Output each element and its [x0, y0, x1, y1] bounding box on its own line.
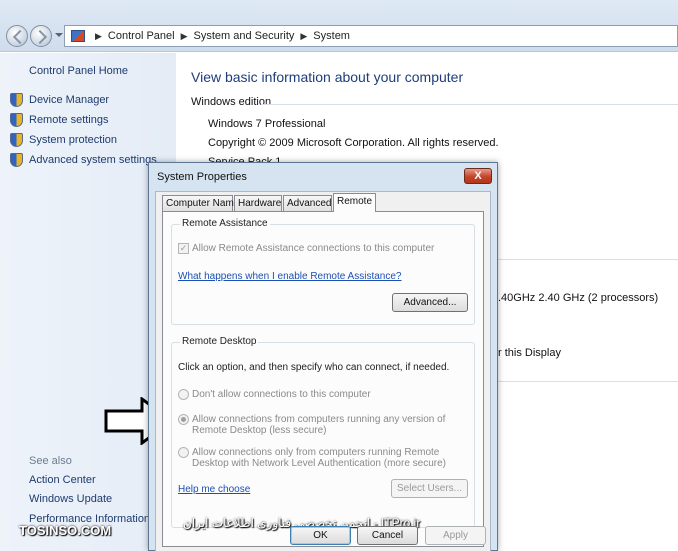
- allow-any-version-label: Allow connections from computers running…: [192, 414, 446, 425]
- task-label: Device Manager: [29, 94, 110, 106]
- task-label: Advanced system settings: [29, 154, 157, 166]
- address-bar[interactable]: ▶ Control Panel ▶ System and Security ▶ …: [64, 25, 678, 47]
- close-button[interactable]: X: [464, 168, 492, 184]
- allow-any-version-radio[interactable]: [178, 414, 189, 425]
- pen-touch-value: r this Display: [498, 347, 561, 359]
- forward-button[interactable]: [30, 25, 52, 47]
- explorer-toolbar: ▶ Control Panel ▶ System and Security ▶ …: [0, 0, 678, 52]
- processor-value: .40GHz 2.40 GHz (2 processors): [498, 292, 659, 304]
- tab-computer-name[interactable]: Computer Name: [162, 195, 239, 211]
- action-center-link[interactable]: Action Center: [29, 474, 96, 486]
- shield-icon: [10, 93, 23, 107]
- page-title: View basic information about your comput…: [191, 69, 464, 85]
- remote-desktop-group: Remote Desktop Click an option, and then…: [171, 336, 475, 528]
- control-panel-home-link[interactable]: Control Panel Home: [29, 65, 128, 77]
- device-manager-link[interactable]: Device Manager: [10, 93, 109, 107]
- ok-button[interactable]: OK: [290, 526, 351, 545]
- shield-icon: [10, 133, 23, 147]
- windows-update-link[interactable]: Windows Update: [29, 493, 112, 505]
- remote-desktop-instruction: Click an option, and then specify who ca…: [178, 362, 450, 373]
- dialog-client-area: Computer Name Hardware Advanced Remote R…: [155, 191, 491, 551]
- tab-remote[interactable]: Remote: [333, 193, 376, 212]
- cancel-button[interactable]: Cancel: [357, 526, 418, 545]
- remote-assistance-checkbox-label: Allow Remote Assistance connections to t…: [192, 243, 435, 254]
- tab-hardware[interactable]: Hardware: [234, 195, 282, 211]
- task-label: System protection: [29, 134, 118, 146]
- help-me-choose-link[interactable]: Help me choose: [178, 484, 250, 495]
- shield-icon: [10, 153, 23, 167]
- recent-pages-dropdown[interactable]: [55, 33, 63, 37]
- see-also-heading: See also: [29, 455, 72, 467]
- advanced-system-settings-link[interactable]: Advanced system settings: [10, 153, 157, 167]
- windows-edition-value: Windows 7 Professional: [208, 118, 326, 130]
- chevron-right-icon[interactable]: ▶: [300, 31, 307, 42]
- dont-allow-connections-label: Don't allow connections to this computer: [192, 389, 371, 400]
- breadcrumb-control-panel[interactable]: Control Panel: [108, 30, 175, 42]
- apply-button[interactable]: Apply: [425, 526, 486, 545]
- remote-assistance-help-link[interactable]: What happens when I enable Remote Assist…: [178, 271, 401, 282]
- remote-assistance-label: Remote Assistance: [180, 218, 270, 229]
- system-properties-dialog: System Properties X Computer Name Hardwa…: [148, 162, 498, 551]
- allow-nla-only-label: Allow connections only from computers ru…: [192, 447, 440, 458]
- chevron-right-icon[interactable]: ▶: [95, 31, 102, 42]
- breadcrumb-system[interactable]: System: [313, 30, 350, 42]
- dialog-title: System Properties: [157, 171, 247, 183]
- remote-desktop-label: Remote Desktop: [180, 336, 259, 347]
- watermark-left: TOSINSO.COM: [19, 523, 112, 538]
- remote-assistance-checkbox[interactable]: ✓: [178, 243, 189, 254]
- back-button[interactable]: [6, 25, 28, 47]
- control-panel-icon: [71, 30, 85, 42]
- select-users-button[interactable]: Select Users...: [391, 479, 468, 498]
- remote-settings-link[interactable]: Remote settings: [10, 113, 108, 127]
- copyright-text: Copyright © 2009 Microsoft Corporation. …: [208, 137, 499, 149]
- remote-assistance-group: Remote Assistance ✓ Allow Remote Assista…: [171, 218, 475, 325]
- advanced-button[interactable]: Advanced...: [392, 293, 468, 312]
- chevron-right-icon[interactable]: ▶: [181, 31, 188, 42]
- allow-nla-only-label-line2: Desktop with Network Level Authenticatio…: [192, 458, 447, 469]
- breadcrumb-system-and-security[interactable]: System and Security: [194, 30, 295, 42]
- allow-any-version-label-line2: Remote Desktop (less secure): [192, 425, 327, 436]
- remote-tab-panel: Remote Assistance ✓ Allow Remote Assista…: [162, 211, 484, 547]
- system-protection-link[interactable]: System protection: [10, 133, 117, 147]
- section-divider: [498, 259, 678, 260]
- task-label: Remote settings: [29, 114, 109, 126]
- section-heading-windows-edition: Windows edition: [191, 96, 272, 108]
- section-divider: [498, 381, 678, 382]
- shield-icon: [10, 113, 23, 127]
- section-divider: [261, 104, 678, 105]
- dont-allow-connections-radio[interactable]: [178, 389, 189, 400]
- tab-advanced[interactable]: Advanced: [283, 195, 332, 211]
- allow-nla-only-radio[interactable]: [178, 447, 189, 458]
